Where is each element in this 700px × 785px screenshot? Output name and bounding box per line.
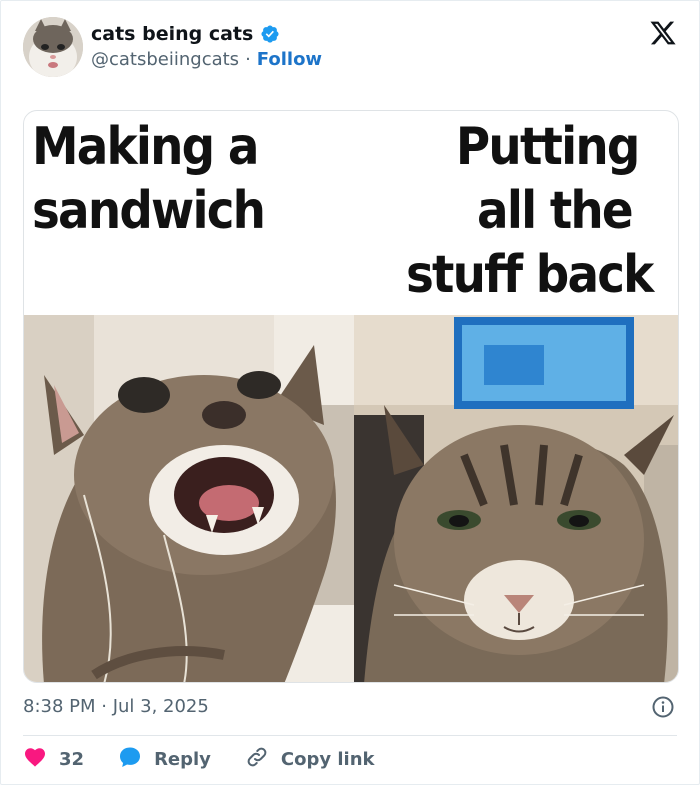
- tweet-timestamp[interactable]: 8:38 PM · Jul 3, 2025: [23, 696, 209, 717]
- x-logo-icon[interactable]: [649, 19, 677, 47]
- left-caption-line: sandwich: [32, 181, 266, 241]
- account-name-row: cats being cats: [91, 23, 280, 45]
- like-button[interactable]: 32: [23, 745, 84, 774]
- like-count: 32: [59, 748, 85, 770]
- copy-link-label: Copy link: [280, 748, 375, 770]
- right-caption: Putting all the stuff back: [406, 115, 654, 307]
- account-handle[interactable]: @catsbeiingcats: [91, 49, 239, 70]
- reply-label: Reply: [154, 748, 211, 770]
- right-caption-line: stuff back: [406, 245, 654, 305]
- verified-badge-icon: [260, 24, 280, 44]
- link-icon: [245, 745, 269, 774]
- heart-icon: [23, 745, 47, 774]
- hissing-cat-photo: [24, 315, 354, 682]
- right-caption-line: all the: [477, 181, 634, 241]
- copy-link-button[interactable]: Copy link: [245, 745, 375, 774]
- reply-button[interactable]: Reply: [118, 745, 211, 774]
- tweet-embed-card: cats being cats @catsbeiingcats · Follow…: [0, 0, 700, 785]
- divider: [23, 735, 677, 736]
- handle-row: @catsbeiingcats · Follow: [91, 49, 322, 70]
- right-caption-line: Putting: [455, 117, 640, 177]
- left-caption: Making a sandwich: [32, 115, 266, 243]
- left-caption-line: Making a: [32, 117, 259, 177]
- speech-bubble-icon: [118, 745, 142, 774]
- tweet-actions: 32 Reply Copy link: [23, 746, 409, 772]
- grumpy-cat-photo: [354, 315, 678, 682]
- info-icon[interactable]: [651, 695, 675, 719]
- separator-dot: ·: [245, 49, 251, 70]
- follow-button[interactable]: Follow: [257, 49, 322, 70]
- tweet-media-image[interactable]: Making a sandwich Putting all the stuff …: [23, 110, 679, 683]
- display-name[interactable]: cats being cats: [91, 23, 253, 45]
- avatar[interactable]: [23, 17, 83, 77]
